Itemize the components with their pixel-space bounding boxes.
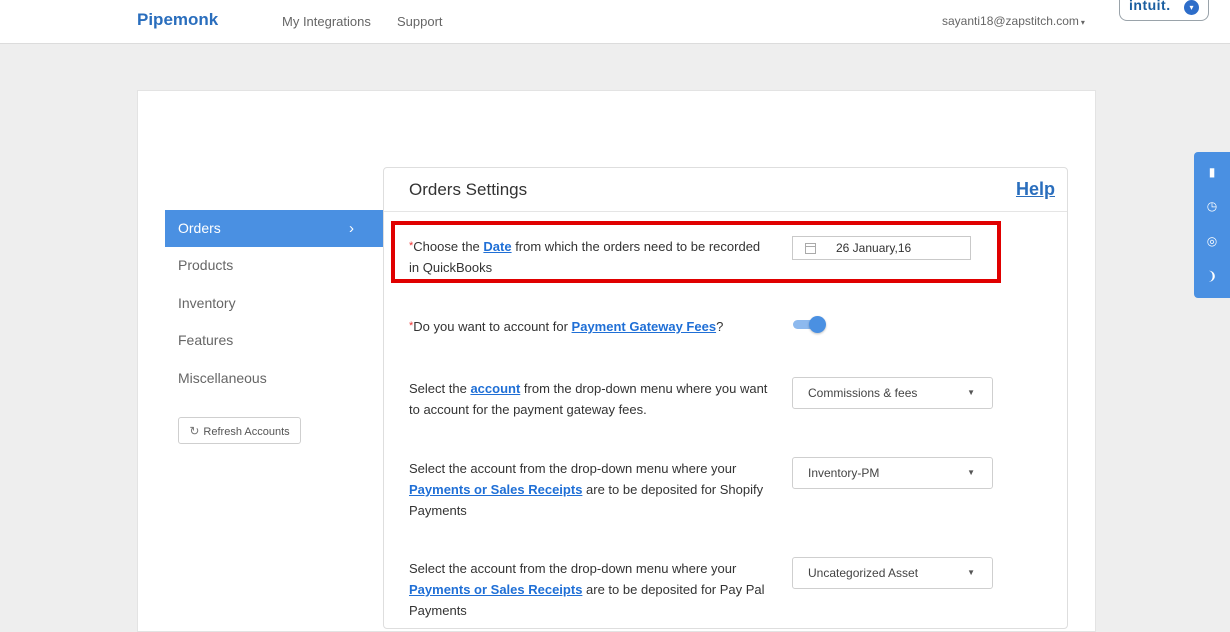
payment-gateway-fees-link[interactable]: Payment Gateway Fees bbox=[572, 319, 717, 334]
panel-header: Orders Settings Help bbox=[384, 168, 1067, 212]
highlight-box bbox=[391, 221, 1001, 283]
help-widget: ▮ ◷ ◎ ❩ bbox=[1194, 152, 1230, 298]
chevron-down-icon: ▾ bbox=[1184, 0, 1199, 15]
book-icon[interactable]: ▮ bbox=[1194, 165, 1230, 179]
sidebar-item-label: Inventory bbox=[178, 294, 236, 311]
caret-down-icon: ▼ bbox=[967, 468, 975, 477]
question-text: Do you want to account for bbox=[413, 319, 572, 334]
sidebar-item-label: Miscellaneous bbox=[178, 369, 267, 386]
select-value: Uncategorized Asset bbox=[808, 566, 919, 580]
sidebar-item-inventory[interactable]: Inventory bbox=[165, 285, 384, 323]
question-text: ? bbox=[716, 319, 724, 334]
question-gateway-fees: *Do you want to account for Payment Gate… bbox=[409, 316, 769, 337]
question-text: Select the account from the drop-down me… bbox=[409, 461, 737, 476]
question-fee-account: Select the account from the drop-down me… bbox=[409, 378, 769, 420]
intuit-logo: intuit. bbox=[1129, 0, 1171, 13]
gateway-fees-toggle[interactable] bbox=[793, 316, 827, 333]
refresh-accounts-button[interactable]: ↻ Refresh Accounts bbox=[178, 417, 301, 444]
brand-logo[interactable]: Pipemonk bbox=[137, 10, 218, 30]
question-paypal-deposit: Select the account from the drop-down me… bbox=[409, 558, 769, 621]
sidebar-item-label: Products bbox=[178, 257, 234, 273]
sidebar-item-label: Orders bbox=[178, 220, 221, 236]
account-link[interactable]: account bbox=[470, 381, 520, 396]
sidebar-item-features[interactable]: Features bbox=[165, 322, 384, 360]
question-shopify-deposit: Select the account from the drop-down me… bbox=[409, 458, 769, 521]
sidebar-item-products[interactable]: Products bbox=[165, 247, 384, 285]
select-value: Inventory-PM bbox=[808, 466, 880, 480]
rss-icon[interactable]: ❩ bbox=[1194, 269, 1230, 283]
fee-account-select[interactable]: Commissions & fees ▼ bbox=[792, 377, 993, 409]
select-value: Commissions & fees bbox=[808, 386, 918, 400]
clock-icon[interactable]: ◷ bbox=[1194, 199, 1230, 213]
sidebar-item-orders[interactable]: Orders › bbox=[165, 210, 384, 247]
nav-support[interactable]: Support bbox=[397, 14, 443, 29]
help-link[interactable]: Help bbox=[1016, 179, 1055, 200]
user-email: sayanti18@zapstitch.com bbox=[942, 14, 1079, 28]
paypal-deposit-select[interactable]: Uncategorized Asset ▼ bbox=[792, 557, 993, 589]
caret-down-icon: ▼ bbox=[967, 568, 975, 577]
settings-sidebar: Orders › Products Inventory Features Mis… bbox=[165, 210, 384, 397]
panel-title: Orders Settings bbox=[409, 180, 528, 199]
payments-sales-receipts-link[interactable]: Payments or Sales Receipts bbox=[409, 582, 582, 597]
toggle-knob bbox=[809, 316, 826, 333]
question-text: Select the account from the drop-down me… bbox=[409, 561, 737, 576]
shopify-deposit-select[interactable]: Inventory-PM ▼ bbox=[792, 457, 993, 489]
payments-sales-receipts-link[interactable]: Payments or Sales Receipts bbox=[409, 482, 582, 497]
top-navbar: Pipemonk My Integrations Support sayanti… bbox=[0, 0, 1230, 44]
question-text: Select the bbox=[409, 381, 471, 396]
caret-down-icon: ▼ bbox=[967, 388, 975, 397]
sidebar-item-miscellaneous[interactable]: Miscellaneous bbox=[165, 360, 384, 398]
user-menu[interactable]: sayanti18@zapstitch.com ▾ bbox=[942, 14, 1085, 28]
chevron-right-icon: › bbox=[349, 220, 354, 237]
lifebuoy-icon[interactable]: ◎ bbox=[1194, 234, 1230, 248]
refresh-accounts-label: Refresh Accounts bbox=[203, 426, 290, 438]
nav-my-integrations[interactable]: My Integrations bbox=[282, 14, 371, 29]
caret-down-icon: ▾ bbox=[1080, 18, 1085, 27]
sidebar-item-label: Features bbox=[178, 332, 234, 348]
intuit-badge[interactable]: intuit. ▾ bbox=[1119, 0, 1209, 21]
refresh-icon: ↻ bbox=[189, 424, 200, 438]
